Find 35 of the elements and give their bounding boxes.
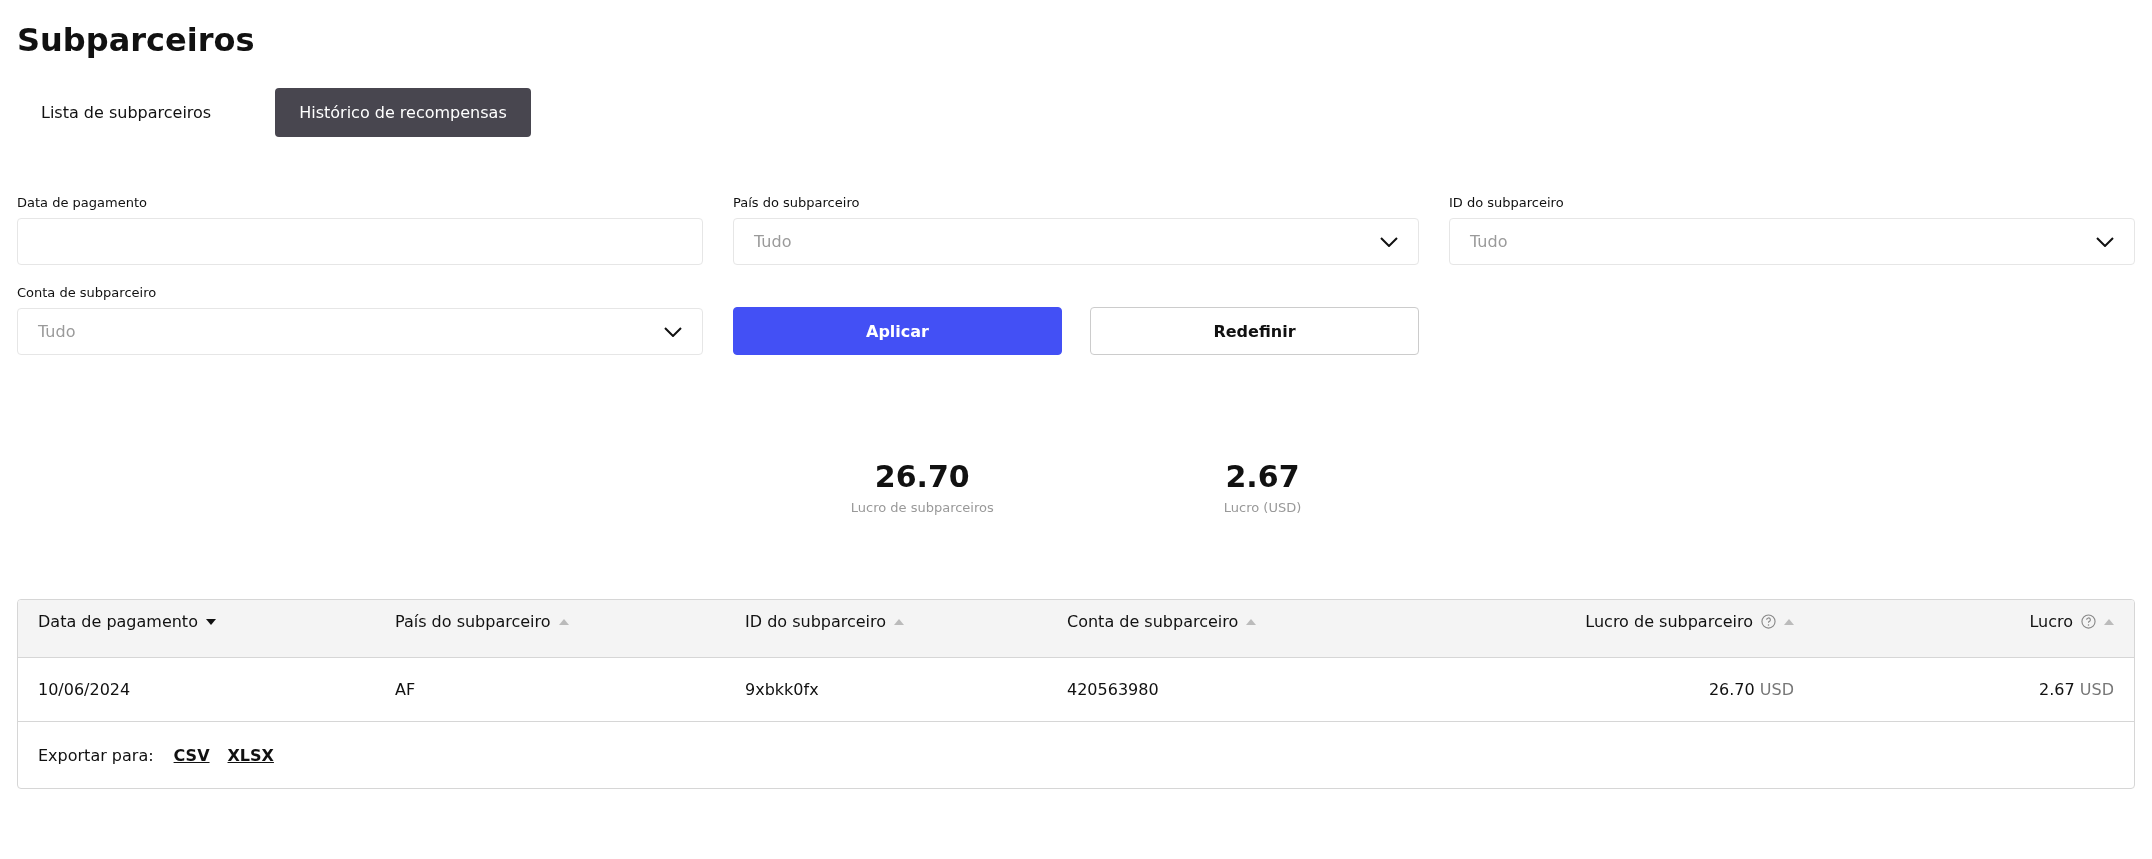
stat-label: Lucro de subparceiros	[850, 500, 994, 515]
export-label: Exportar para:	[38, 745, 154, 765]
stat-value: 26.70	[874, 459, 970, 494]
table-cell-text: 420563980	[1067, 680, 1160, 699]
column-header[interactable]: Lucro	[2029, 612, 2073, 631]
column-header[interactable]: Conta de subparceiro	[1067, 612, 1239, 631]
field-label: Conta de subparceiro	[17, 285, 158, 300]
chevron-down-icon	[664, 326, 682, 337]
tab[interactable]: Lista de subparceiros	[17, 88, 236, 137]
column-header[interactable]: ID do subparceiro	[745, 612, 887, 631]
column-header[interactable]: Lucro de subparceiro	[1585, 612, 1753, 631]
sort-icon[interactable]	[205, 618, 216, 625]
tab[interactable]: Histórico de recompensas	[275, 88, 531, 137]
apply-button[interactable]: Aplicar	[733, 307, 1062, 355]
chevron-down-icon	[2096, 236, 2114, 247]
table-cell-text: 26.70 USD	[1707, 680, 1794, 699]
column-header[interactable]: Data de pagamento	[38, 612, 198, 631]
table-cell-text: 9xbkk0fx	[745, 680, 820, 699]
stat-label: Lucro (USD)	[1223, 500, 1302, 515]
export-link[interactable]: CSV	[173, 745, 210, 765]
table-cell-text: AF	[395, 680, 417, 699]
date-field[interactable]	[17, 218, 703, 265]
field-label: País do subparceiro	[733, 195, 861, 210]
reset-button[interactable]: Redefinir	[1090, 307, 1419, 355]
help-icon	[2081, 614, 2096, 629]
stat-value: 2.67	[1225, 459, 1300, 494]
field-label: ID do subparceiro	[1449, 195, 1565, 210]
table-cell-text: 2.67 USD	[2038, 680, 2114, 699]
chevron-down-icon	[1380, 236, 1398, 247]
help-icon	[1761, 614, 1776, 629]
field-label: Data de pagamento	[17, 195, 148, 210]
table-cell-text: 10/06/2024	[38, 680, 132, 699]
page-title: Subparceiros	[17, 22, 256, 58]
column-header[interactable]: País do subparceiro	[395, 612, 551, 631]
export-link[interactable]: XLSX	[227, 745, 274, 765]
